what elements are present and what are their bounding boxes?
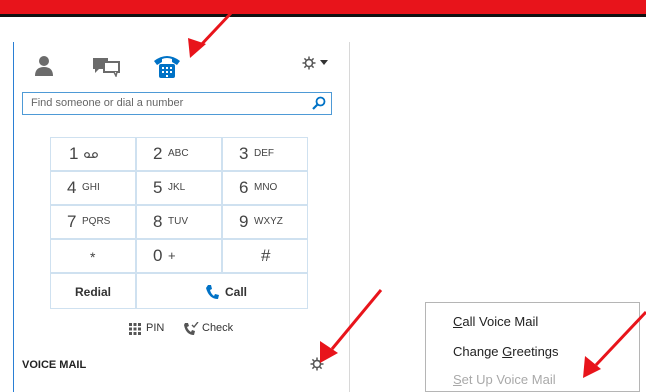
key-2[interactable]: 2 ABC: [136, 137, 222, 171]
search-icon[interactable]: [312, 96, 326, 110]
key-9[interactable]: 9 WXYZ: [222, 205, 308, 239]
person-icon: [35, 56, 53, 76]
check-link[interactable]: Check: [183, 321, 243, 337]
voicemail-icon: [84, 152, 98, 158]
redial-button[interactable]: Redial: [50, 273, 136, 309]
tab-contacts[interactable]: [34, 55, 54, 82]
tab-conversations[interactable]: [92, 57, 122, 82]
annotation-banner: [0, 0, 646, 17]
phone-check-icon: [184, 322, 199, 335]
call-button[interactable]: Call: [136, 273, 308, 309]
key-hash[interactable]: #: [222, 239, 308, 273]
key-7[interactable]: 7 PQRS: [50, 205, 136, 239]
key-1[interactable]: 1: [50, 137, 136, 171]
gear-icon: [302, 56, 316, 70]
call-label: Call: [225, 285, 248, 299]
gear-icon: [310, 357, 324, 371]
key-8[interactable]: 8 TUV: [136, 205, 222, 239]
phone-icon: [154, 56, 180, 78]
search-box[interactable]: Find someone or dial a number: [22, 92, 332, 115]
pin-link[interactable]: PIN: [129, 321, 179, 337]
menu-item-change-greetings[interactable]: Change Greetings: [453, 344, 559, 359]
menu-item-set-up-voice-mail[interactable]: Set Up Voice Mail: [453, 372, 556, 387]
chevron-down-icon: [320, 60, 328, 65]
voice-mail-section-label: VOICE MAIL: [22, 359, 87, 371]
voice-mail-options-button[interactable]: [310, 357, 334, 371]
key-star[interactable]: *: [50, 239, 136, 273]
key-5[interactable]: 5 JKL: [136, 171, 222, 205]
voice-mail-context-menu: Call Voice Mail Change Greetings Set Up …: [425, 302, 640, 392]
key-4[interactable]: 4 GHI: [50, 171, 136, 205]
menu-item-call-voice-mail[interactable]: Call Voice Mail: [453, 314, 538, 329]
pin-label: PIN: [146, 322, 165, 334]
key-3[interactable]: 3 DEF: [222, 137, 308, 171]
redial-label: Redial: [75, 285, 112, 299]
check-label: Check: [202, 322, 234, 334]
search-input[interactable]: Find someone or dial a number: [31, 97, 183, 109]
phone-handset-icon: [206, 285, 219, 299]
chat-icon: [93, 58, 120, 79]
key-6[interactable]: 6 MNO: [222, 171, 308, 205]
key-0[interactable]: 0 +: [136, 239, 222, 273]
tab-phone[interactable]: [152, 52, 182, 85]
keypad-icon: [129, 323, 141, 335]
options-menu-button[interactable]: [302, 56, 332, 70]
